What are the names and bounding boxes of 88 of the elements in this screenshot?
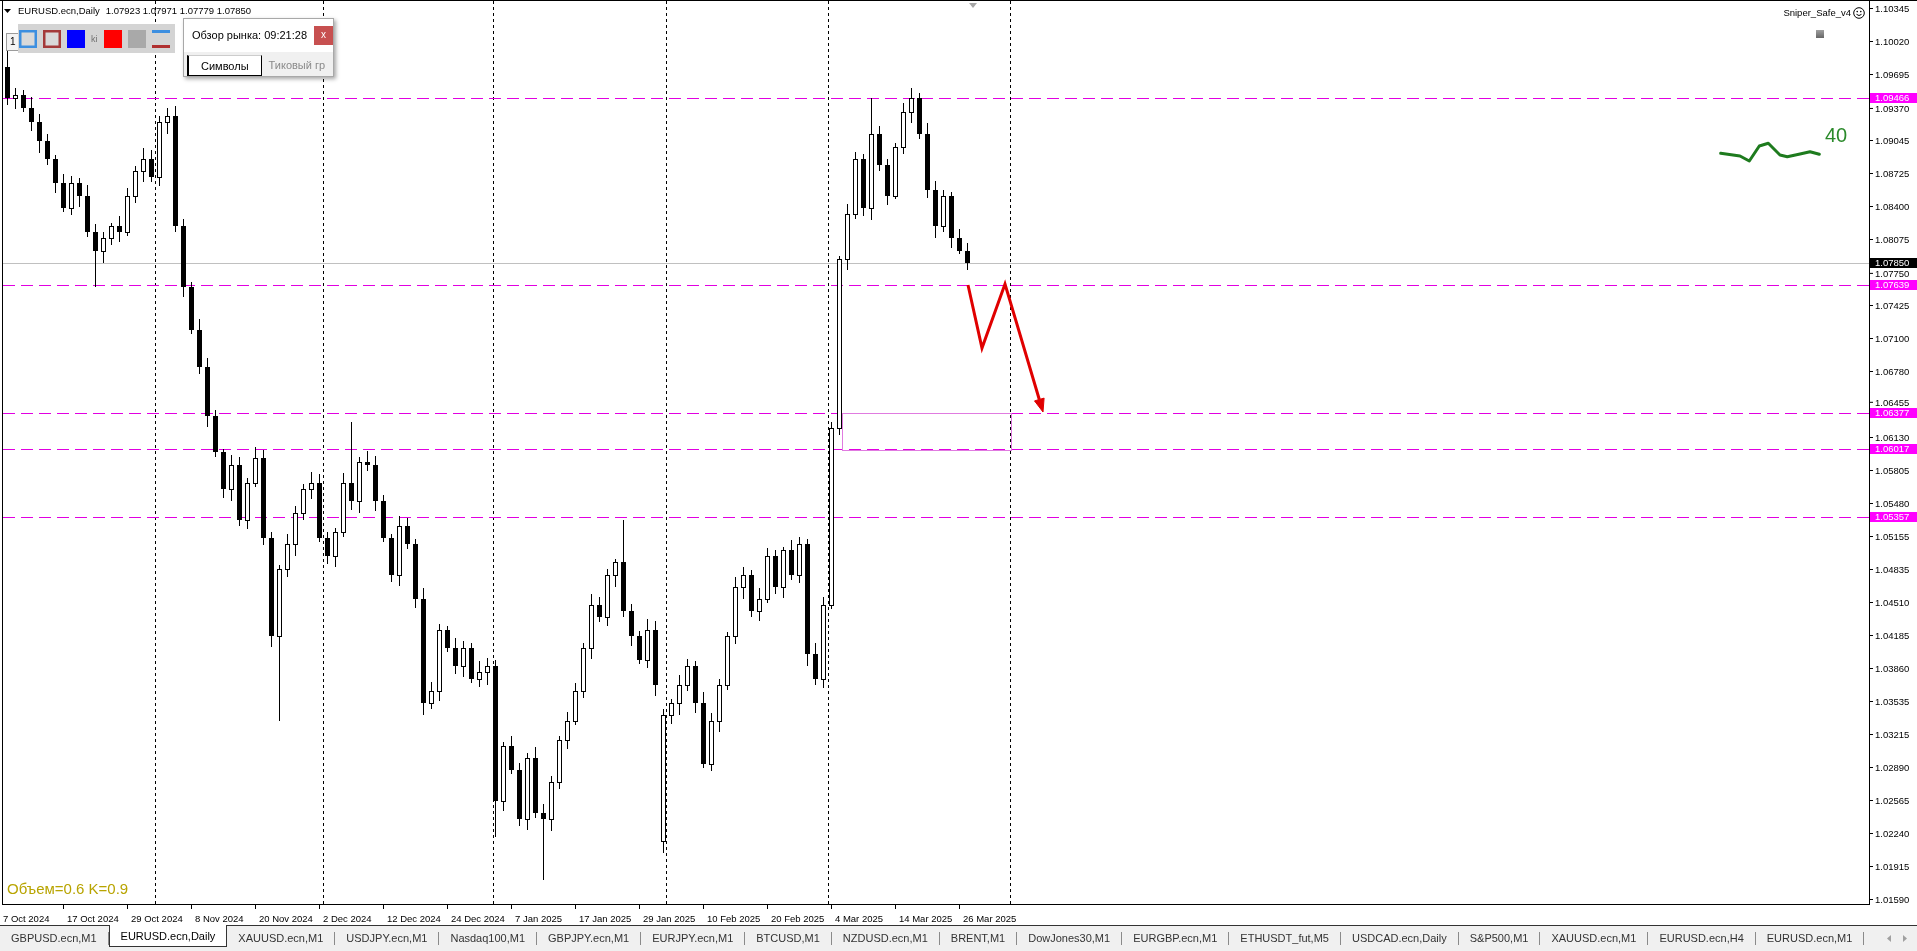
price-label: 1.05805 bbox=[1875, 465, 1910, 476]
chart-tab[interactable]: ETHUSDT_fut,M5 bbox=[1229, 929, 1341, 948]
chart-tab[interactable]: EURUSD.ecn,M1 bbox=[1755, 929, 1865, 948]
price-label: 1.07425 bbox=[1875, 300, 1910, 311]
chart-symbol: EURUSD.ecn,Daily bbox=[18, 5, 100, 16]
price-label: 1.02240 bbox=[1875, 828, 1910, 839]
date-label: 2 Dec 2024 bbox=[323, 913, 372, 924]
price-label: 1.03215 bbox=[1875, 729, 1910, 740]
price-level-tag: 1.06377 bbox=[1870, 408, 1917, 418]
price-label: 1.02565 bbox=[1875, 795, 1910, 806]
overlapped-label: ki bbox=[91, 33, 98, 44]
color-swatch-icon[interactable] bbox=[127, 29, 146, 48]
price-label: 1.06780 bbox=[1875, 366, 1910, 377]
price-label: 1.09695 bbox=[1875, 69, 1910, 80]
date-label: 12 Dec 2024 bbox=[387, 913, 441, 924]
window-tab[interactable]: Символы bbox=[187, 55, 262, 76]
price-label: 1.09045 bbox=[1875, 135, 1910, 146]
chart-tab[interactable]: GBPUSD.ecn,M1 bbox=[0, 929, 109, 948]
price-label: 1.03860 bbox=[1875, 663, 1910, 674]
outline-square-icon[interactable] bbox=[43, 29, 61, 48]
chart-tab[interactable]: USDJPY.ecn,M1 bbox=[335, 929, 440, 948]
chart-tab[interactable]: EURUSD.ecn,H4 bbox=[1648, 929, 1756, 948]
close-button[interactable]: x bbox=[314, 26, 333, 45]
price-label: 1.04510 bbox=[1875, 597, 1910, 608]
chart-tab[interactable]: NZDUSD.ecn,M1 bbox=[831, 929, 940, 948]
price-level-tag: 1.05357 bbox=[1870, 512, 1917, 522]
price-label: 1.08400 bbox=[1875, 201, 1910, 212]
chart-tab[interactable]: EURJPY.ecn,M1 bbox=[641, 929, 746, 948]
date-label: 17 Jan 2025 bbox=[579, 913, 632, 924]
date-label: 10 Feb 2025 bbox=[707, 913, 761, 924]
price-level-tag: 1.09466 bbox=[1870, 93, 1917, 103]
lines-icon[interactable] bbox=[151, 29, 170, 48]
indicator-name: Sniper_Safe_v4 bbox=[1783, 7, 1851, 19]
date-label: 29 Jan 2025 bbox=[643, 913, 696, 924]
color-swatch-icon[interactable] bbox=[67, 29, 85, 48]
price-label: 1.08075 bbox=[1875, 234, 1910, 245]
price-label: 1.07750 bbox=[1875, 268, 1910, 279]
date-label: 26 Mar 2025 bbox=[963, 913, 1017, 924]
date-label: 17 Oct 2024 bbox=[67, 913, 119, 924]
date-label: 20 Nov 2024 bbox=[259, 913, 313, 924]
window-title: Обзор рынка: 09:21:28 bbox=[192, 29, 308, 42]
chart-tab[interactable]: BRENT,M1 bbox=[939, 929, 1018, 948]
ohlc-prices: 1.07923 1.07971 1.07779 1.07850 bbox=[105, 5, 252, 16]
chart-tab[interactable]: XAUUSD.ecn,M1 bbox=[1540, 929, 1649, 948]
chart-tab[interactable]: EURGBP.ecn,M1 bbox=[1122, 929, 1230, 948]
price-label: 1.09370 bbox=[1875, 103, 1910, 114]
date-label: 8 Nov 2024 bbox=[195, 913, 244, 924]
date-label: 29 Oct 2024 bbox=[131, 913, 183, 924]
price-label: 1.01915 bbox=[1875, 861, 1910, 872]
chart-tab[interactable]: DowJones30,M1 bbox=[1017, 929, 1123, 948]
date-label: 4 Mar 2025 bbox=[835, 913, 884, 924]
chart-tab[interactable]: GBPJPY.ecn,M1 bbox=[537, 929, 642, 948]
chart-tab[interactable]: S&P500,M1 bbox=[1458, 929, 1541, 948]
price-label: 1.07100 bbox=[1875, 333, 1910, 344]
price-label: 1.05155 bbox=[1875, 531, 1910, 542]
date-label: 14 Mar 2025 bbox=[899, 913, 953, 924]
price-level-tag: 1.06017 bbox=[1870, 444, 1917, 454]
date-label: 24 Dec 2024 bbox=[451, 913, 505, 924]
price-label: 1.08725 bbox=[1875, 168, 1910, 179]
square-icon bbox=[1816, 30, 1824, 38]
price-label: 1.02890 bbox=[1875, 762, 1910, 773]
price-label: 1.04835 bbox=[1875, 564, 1910, 575]
smiley-icon bbox=[1853, 7, 1865, 19]
color-swatch-icon[interactable] bbox=[103, 29, 122, 48]
date-label: 7 Jan 2025 bbox=[515, 913, 562, 924]
current-price-tag: 1.07850 bbox=[1870, 258, 1917, 268]
chart-tab[interactable]: Nasdaq100,M1 bbox=[439, 929, 538, 948]
scroll-right-icon[interactable] bbox=[1903, 935, 1907, 942]
chart-tab[interactable]: USDCAD.ecn,Daily bbox=[1340, 929, 1459, 948]
indicator-value: 40 bbox=[1825, 125, 1848, 145]
price-label: 1.10345 bbox=[1875, 3, 1910, 14]
price-label: 1.01590 bbox=[1875, 894, 1910, 905]
chart-tab[interactable]: BTCUSD,M1 bbox=[745, 929, 832, 948]
chart-tab[interactable]: EURUSD.ecn,Daily bbox=[108, 925, 228, 947]
outline-square-icon[interactable] bbox=[19, 29, 37, 48]
price-level-tag: 1.07639 bbox=[1870, 280, 1917, 290]
scroll-left-icon[interactable] bbox=[1887, 935, 1891, 942]
volume-note: Объем=0.6 K=0.9 bbox=[7, 880, 129, 897]
price-label: 1.10020 bbox=[1875, 36, 1910, 47]
price-label: 1.06130 bbox=[1875, 432, 1910, 443]
price-label: 1.04185 bbox=[1875, 630, 1910, 641]
date-label: 20 Feb 2025 bbox=[771, 913, 825, 924]
date-label: 7 Oct 2024 bbox=[3, 913, 50, 924]
price-label: 1.06455 bbox=[1875, 397, 1910, 408]
chart-tab[interactable]: XAUUSD.ecn,M1 bbox=[227, 929, 336, 948]
price-label: 1.03535 bbox=[1875, 696, 1910, 707]
triangle-icon bbox=[969, 3, 977, 8]
price-label: 1.05480 bbox=[1875, 498, 1910, 509]
